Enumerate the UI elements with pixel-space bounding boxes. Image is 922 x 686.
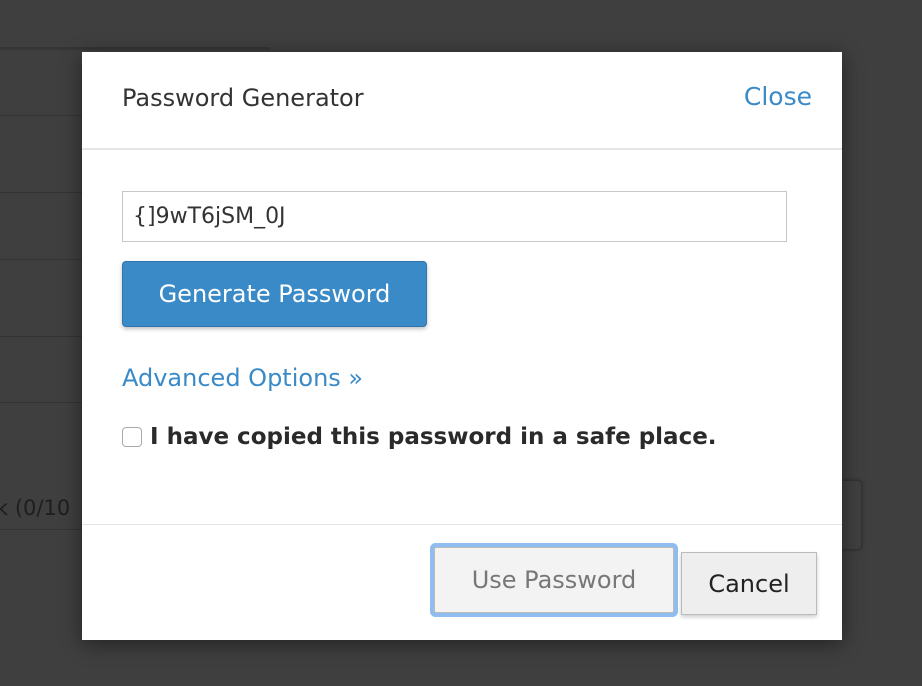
modal-footer-divider [82, 524, 842, 525]
close-link[interactable]: Close [744, 82, 812, 111]
background-row-divider [0, 529, 82, 530]
background-row-divider [0, 336, 82, 337]
background-text: k (0/10 [0, 496, 71, 520]
password-generator-modal: Password Generator Close Generate Passwo… [82, 52, 842, 640]
password-input[interactable] [122, 191, 787, 242]
use-password-button[interactable]: Use Password [434, 547, 674, 613]
modal-header: Password Generator Close [82, 52, 842, 150]
background-row-divider [0, 259, 82, 260]
background-row-divider [0, 402, 82, 403]
confirm-copied-label[interactable]: I have copied this password in a safe pl… [150, 424, 717, 450]
cancel-button[interactable]: Cancel [681, 552, 817, 615]
background-row-divider [0, 115, 82, 116]
background-row-divider [0, 192, 82, 193]
advanced-options-link[interactable]: Advanced Options » [122, 364, 363, 392]
modal-title: Password Generator [122, 84, 364, 112]
confirm-copied-checkbox[interactable] [122, 427, 142, 447]
background-divider [0, 47, 270, 50]
generate-password-button[interactable]: Generate Password [122, 261, 427, 327]
confirm-copied-row[interactable]: I have copied this password in a safe pl… [122, 424, 717, 450]
